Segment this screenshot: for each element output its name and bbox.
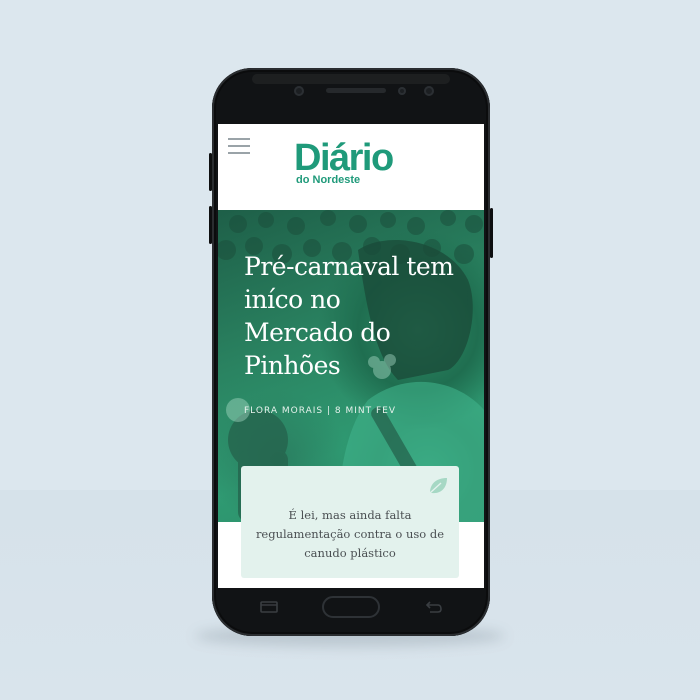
phone-navigation-bar [212, 588, 490, 636]
logo-main-text: Diário [294, 137, 394, 179]
article-byline: FLORA MORAIS | 8 MINT FEV [244, 406, 396, 416]
article-headline[interactable]: Pré-carnaval tem iníco no Mercado do Pin… [244, 250, 454, 382]
hamburger-menu-icon[interactable] [228, 138, 250, 156]
recent-apps-icon[interactable] [260, 601, 278, 613]
phone-screen: Diário do Nordeste Pré-carnaval tem iníc… [218, 124, 484, 588]
leaf-icon [429, 478, 447, 494]
sensor-camera-icon [424, 86, 434, 96]
proximity-sensor [398, 87, 406, 95]
front-camera-icon [294, 86, 304, 96]
power-button [490, 208, 493, 258]
diario-logo[interactable]: Diário do Nordeste [294, 138, 412, 194]
volume-down-button [209, 206, 212, 244]
app-header: Diário do Nordeste [218, 124, 484, 210]
phone-device: Diário do Nordeste Pré-carnaval tem iníc… [209, 68, 493, 636]
phone-gloss [252, 74, 450, 84]
volume-up-button [209, 153, 212, 191]
home-button[interactable] [322, 596, 380, 618]
back-icon[interactable] [424, 600, 442, 614]
related-article-text: É lei, mas ainda falta regulamentação co… [255, 508, 445, 560]
related-article-card[interactable]: É lei, mas ainda falta regulamentação co… [241, 466, 459, 578]
logo-sub-text: do Nordeste [296, 174, 361, 186]
earpiece-speaker [326, 88, 386, 93]
